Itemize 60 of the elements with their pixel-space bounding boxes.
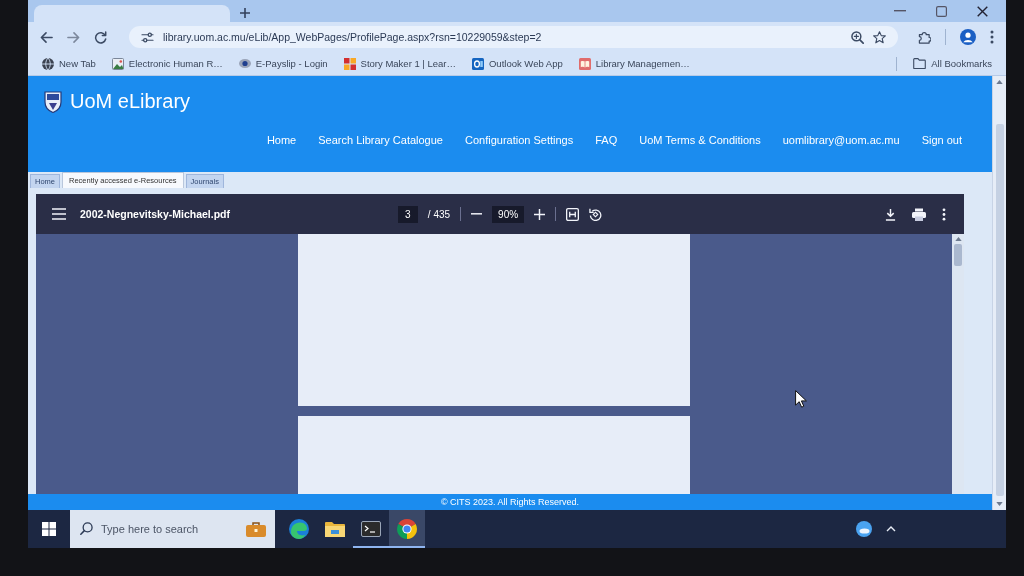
minimize-icon[interactable]	[894, 10, 906, 12]
print-icon[interactable]	[912, 207, 926, 221]
globe-icon	[42, 57, 54, 70]
book-icon	[578, 57, 591, 70]
forward-icon[interactable]	[67, 30, 80, 44]
terminal-icon[interactable]	[361, 521, 381, 537]
scrollbar-thumb[interactable]	[995, 124, 1004, 496]
download-icon[interactable]	[885, 207, 896, 221]
menu-icon[interactable]	[52, 208, 66, 220]
cursor-icon	[795, 390, 807, 408]
taskbar-app-button[interactable]	[389, 510, 425, 548]
folder-icon[interactable]	[325, 521, 345, 537]
page-scrollbar[interactable]	[992, 76, 1006, 510]
more-icon[interactable]	[942, 207, 946, 221]
scroll-up-icon[interactable]	[996, 80, 1003, 84]
rotate-icon[interactable]	[589, 207, 603, 221]
page-number-field[interactable]: 3	[397, 205, 418, 223]
search-field[interactable]: Type here to search	[70, 510, 275, 548]
back-icon[interactable]	[40, 30, 53, 44]
zoom-level-field[interactable]: 90%	[492, 205, 525, 223]
all-bookmarks-button[interactable]: All Bookmarks	[913, 58, 992, 69]
bookmark-link[interactable]: Outlook Web App	[472, 57, 563, 70]
folder-icon	[913, 58, 927, 69]
fit-page-icon[interactable]	[566, 207, 580, 221]
shield-icon	[44, 90, 62, 113]
copyright-text: © CITS 2023. All Rights Reserved.	[440, 497, 580, 507]
image-icon	[111, 57, 124, 70]
bookmark-link[interactable]: E-Payslip - Login	[238, 58, 328, 69]
star-icon[interactable]	[873, 30, 886, 44]
blocks-icon	[343, 57, 356, 70]
briefcase-icon[interactable]	[246, 521, 266, 537]
scroll-down-icon[interactable]	[996, 502, 1003, 506]
profile-icon[interactable]	[960, 29, 976, 45]
address-bar[interactable]: library.uom.ac.mu/eLib/App_WebPages/ProfilePage.aspx?rsn=10229059&step=2	[129, 26, 898, 48]
windows-logo-icon[interactable]	[42, 522, 56, 536]
search-icon	[80, 522, 93, 535]
maximize-icon[interactable]	[936, 5, 947, 17]
edge-icon[interactable]	[289, 519, 309, 539]
zoom-icon[interactable]	[851, 30, 864, 44]
file-name: 2002-Negnevitsky-Michael.pdf	[80, 208, 230, 220]
scroll-up-icon[interactable]	[954, 237, 962, 241]
weather-icon[interactable]	[856, 521, 872, 537]
tile-icon	[472, 57, 484, 70]
bookmark-link[interactable]: Story Maker 1 | Lear…	[343, 57, 456, 70]
page-count: / 435	[427, 208, 451, 220]
scrollbar-thumb[interactable]	[954, 244, 962, 266]
close-icon[interactable]	[977, 5, 988, 17]
bookmark-link[interactable]: Electronic Human R…	[111, 57, 223, 70]
chrome-icon[interactable]	[397, 519, 417, 539]
site-info-icon[interactable]	[141, 31, 154, 43]
chevron-up-icon[interactable]	[886, 526, 896, 532]
eye-icon	[238, 59, 251, 68]
zoom-in-icon[interactable]	[534, 208, 546, 220]
new-tab-icon[interactable]	[240, 8, 250, 18]
bookmark-link[interactable]: New Tab	[42, 57, 96, 70]
scrollbar[interactable]	[952, 234, 964, 494]
puzzle-icon[interactable]	[918, 30, 931, 44]
more-icon[interactable]	[990, 30, 994, 44]
reload-icon[interactable]	[94, 30, 107, 44]
bookmark-link[interactable]: Library Managemen…	[578, 57, 690, 70]
